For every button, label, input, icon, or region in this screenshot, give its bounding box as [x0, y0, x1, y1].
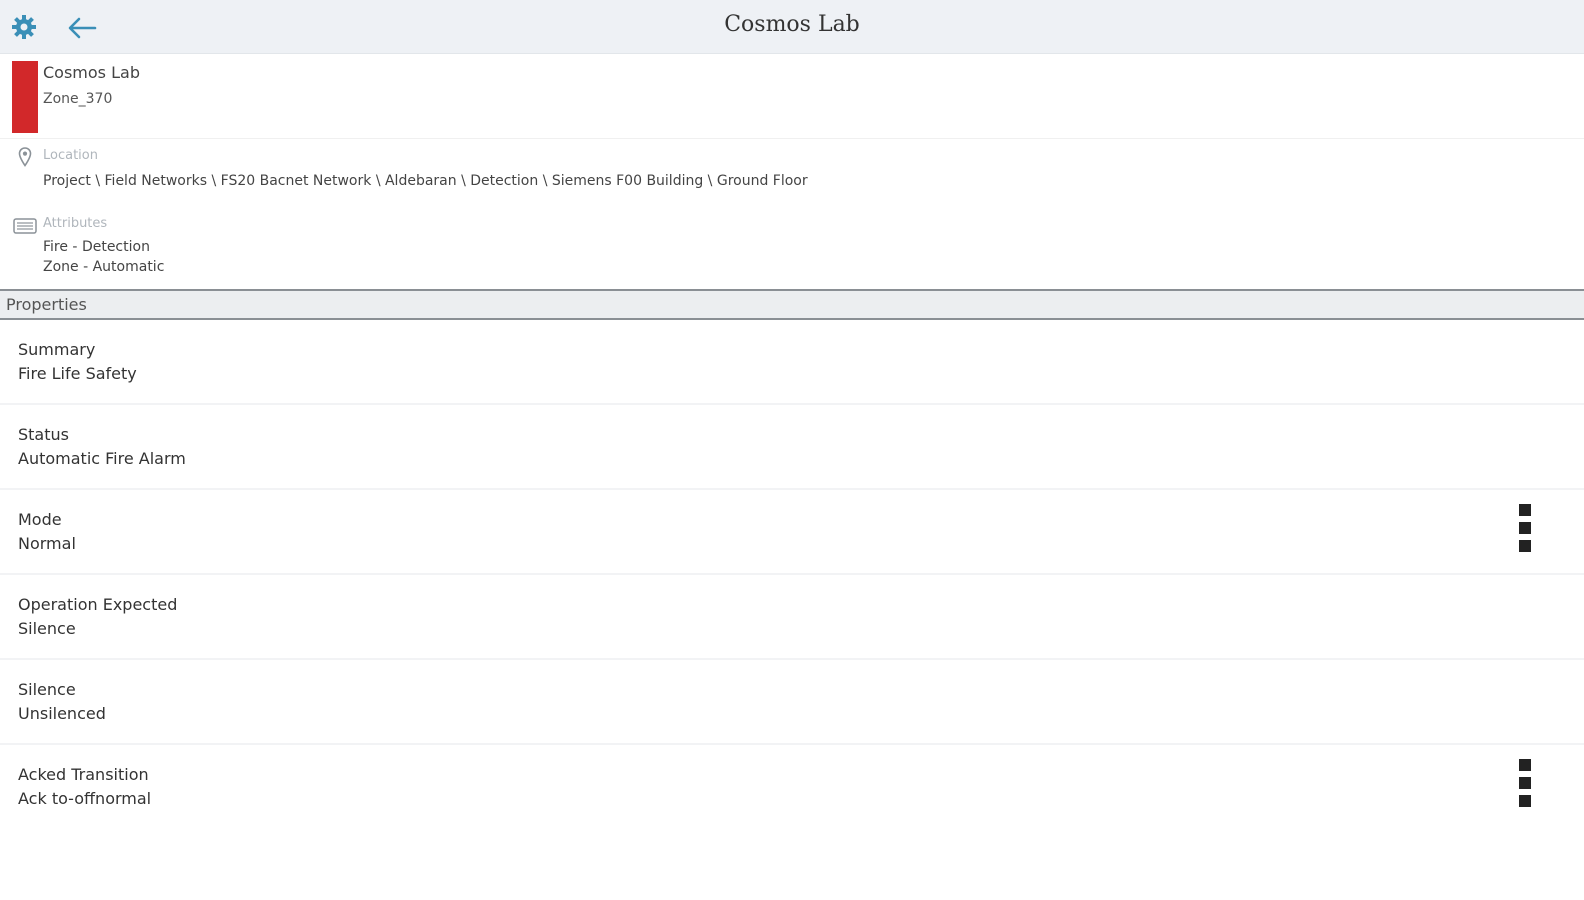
status-color-bar — [12, 61, 38, 133]
object-name: Cosmos Lab — [43, 63, 140, 82]
more-options-icon[interactable] — [1510, 502, 1540, 554]
page-title: Cosmos Lab — [724, 12, 860, 37]
attributes-block: Attributes Fire - Detection Zone - Autom… — [0, 210, 1584, 286]
property-label: Status — [18, 425, 69, 444]
property-value: Normal — [18, 534, 76, 553]
property-label: Mode — [18, 510, 62, 529]
property-label: Summary — [18, 340, 96, 359]
attributes-label: Attributes — [43, 216, 108, 231]
property-value: Fire Life Safety — [18, 364, 137, 383]
property-value: Unsilenced — [18, 704, 106, 723]
property-row-silence[interactable]: Silence Unsilenced — [0, 660, 1584, 745]
attributes-icon — [13, 218, 37, 234]
property-row-acked-transition[interactable]: Acked Transition Ack to-offnormal — [0, 745, 1584, 830]
object-subtitle: Zone_370 — [43, 91, 113, 107]
property-label: Acked Transition — [18, 765, 149, 784]
location-block: Location Project \ Field Networks \ FS20… — [0, 143, 1584, 203]
property-value: Ack to-offnormal — [18, 789, 152, 808]
more-options-icon[interactable] — [1510, 757, 1540, 809]
location-label: Location — [43, 148, 98, 163]
app-bar: Cosmos Lab — [0, 0, 1584, 54]
property-label: Operation Expected — [18, 595, 178, 614]
properties-section-header: Properties — [0, 289, 1584, 320]
property-row-status[interactable]: Status Automatic Fire Alarm — [0, 405, 1584, 490]
attribute-value: Fire - Detection — [43, 239, 150, 255]
property-value: Automatic Fire Alarm — [18, 449, 186, 468]
property-row-mode[interactable]: Mode Normal — [0, 490, 1584, 575]
property-row-operation-expected[interactable]: Operation Expected Silence — [0, 575, 1584, 660]
property-label: Silence — [18, 680, 76, 699]
property-value: Silence — [18, 619, 76, 638]
location-pin-icon — [18, 147, 32, 167]
attribute-value: Zone - Automatic — [43, 259, 165, 275]
object-header: Cosmos Lab Zone_370 — [0, 55, 1584, 139]
section-title: Properties — [6, 295, 87, 314]
location-path: Project \ Field Networks \ FS20 Bacnet N… — [43, 173, 808, 189]
property-row-summary[interactable]: Summary Fire Life Safety — [0, 320, 1584, 405]
